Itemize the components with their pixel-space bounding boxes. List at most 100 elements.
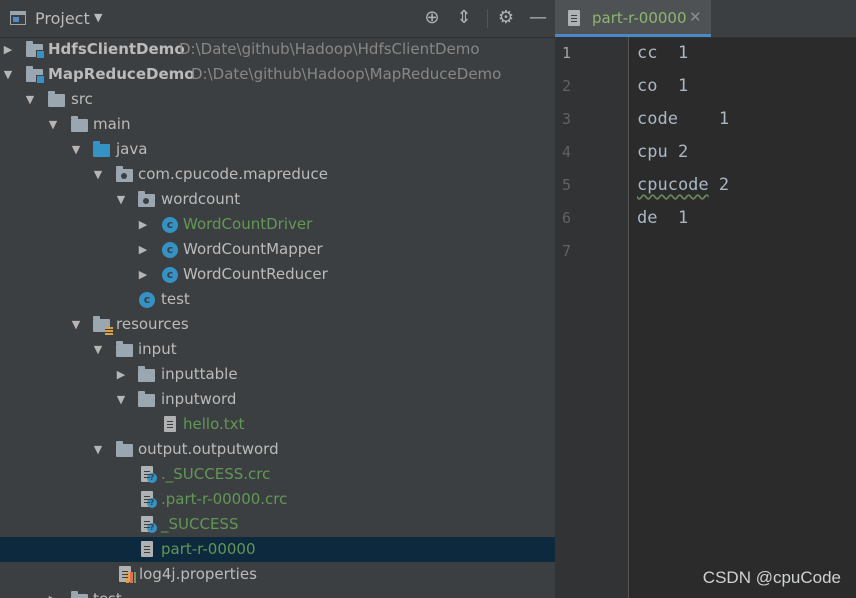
chevron-down-icon[interactable]: ▼ — [115, 187, 127, 212]
tree-item-label: test — [93, 587, 122, 598]
question-mark-icon: ? — [147, 498, 157, 508]
tree-item-wordcountdriver[interactable]: ▶ c WordCountDriver — [0, 212, 555, 237]
folder-icon — [71, 591, 88, 598]
tree-item-main[interactable]: ▼ main — [0, 112, 555, 137]
code-line: cc 1 — [637, 43, 689, 63]
tab-label: part-r-00000 — [592, 9, 687, 27]
tree-item-label: test — [161, 290, 190, 308]
line-number-gutter: 1 2 3 4 5 6 7 — [555, 37, 629, 598]
java-class-icon: c — [162, 242, 178, 258]
chevron-right-icon[interactable]: ▶ — [137, 237, 149, 262]
tree-item-inputword[interactable]: ▼ inputword — [0, 387, 555, 412]
unknown-file-icon: ? — [141, 466, 157, 483]
chevron-down-icon[interactable]: ▼ — [2, 62, 14, 87]
line-number: 7 — [562, 242, 572, 260]
source-folder-icon — [93, 141, 110, 157]
module-path: D:\Date\github\Hadoop\MapReduceDemo — [191, 65, 502, 83]
tree-item-label: input — [138, 340, 177, 358]
hide-panel-icon[interactable]: — — [526, 6, 550, 30]
chevron-down-icon[interactable]: ▼ — [70, 137, 82, 162]
chevron-down-icon[interactable]: ▼ — [92, 162, 104, 187]
tree-item-part-r-00000[interactable]: part-r-00000 — [0, 537, 555, 562]
tree-item-inputtable[interactable]: ▶ inputtable — [0, 362, 555, 387]
line-number: 4 — [562, 143, 572, 161]
tree-item-mapreducedemo[interactable]: ▼ MapReduceDemo D:\Date\github\Hadoop\Ma… — [0, 62, 555, 87]
package-icon — [116, 166, 133, 182]
close-icon[interactable]: ✕ — [689, 8, 702, 26]
chevron-down-icon[interactable]: ▼ — [24, 87, 36, 112]
tree-item-label: resources — [116, 315, 189, 333]
tree-item-wordcountreducer[interactable]: ▶ c WordCountReducer — [0, 262, 555, 287]
chevron-right-icon[interactable]: ▶ — [137, 262, 149, 287]
tree-item-wordcountmapper[interactable]: ▶ c WordCountMapper — [0, 237, 555, 262]
tree-item-hdfsclientdemo[interactable]: ▶ HdfsClientDemo D:\Date\github\Hadoop\H… — [0, 37, 555, 62]
chevron-right-icon[interactable]: ▶ — [115, 362, 127, 387]
tree-item-test-folder[interactable]: ▶ test — [0, 587, 555, 598]
folder-icon — [138, 391, 155, 407]
chevron-down-icon[interactable]: ▼ — [92, 337, 104, 362]
tab-part-r-00000[interactable]: part-r-00000 ✕ — [555, 0, 711, 37]
code-line: cpucode 2 — [637, 175, 730, 195]
tree-item-success[interactable]: ? _SUCCESS — [0, 512, 555, 537]
tree-item-label: hello.txt — [183, 415, 245, 433]
module-folder-icon — [26, 41, 45, 59]
project-view-selector[interactable]: Project — [35, 9, 90, 28]
tree-item-label: com.cpucode.mapreduce — [138, 165, 328, 183]
tree-item-label: wordcount — [161, 190, 241, 208]
chevron-down-icon[interactable]: ▼ — [115, 387, 127, 412]
tree-item-package-wordcount[interactable]: ▼ wordcount — [0, 187, 555, 212]
tree-item-test-class[interactable]: c test — [0, 287, 555, 312]
project-view-icon — [10, 11, 26, 25]
tree-item-success-crc[interactable]: ? ._SUCCESS.crc — [0, 462, 555, 487]
text-file-icon — [164, 416, 176, 432]
locate-icon[interactable]: ⊕ — [420, 6, 444, 30]
question-mark-icon: ? — [147, 473, 157, 483]
module-folder-icon — [26, 66, 45, 84]
chevron-down-icon[interactable]: ▼ — [47, 112, 59, 137]
folder-icon — [138, 366, 155, 382]
chevron-down-icon[interactable]: ▼ — [94, 11, 102, 24]
tree-item-output-outputword[interactable]: ▼ output.outputword — [0, 437, 555, 462]
chevron-down-icon[interactable]: ▼ — [92, 437, 104, 462]
collapse-all-icon[interactable]: ⇕ — [452, 6, 476, 30]
tree-item-java[interactable]: ▼ java — [0, 137, 555, 162]
line-number: 1 — [562, 44, 572, 62]
chevron-right-icon[interactable]: ▶ — [2, 37, 14, 62]
line-number: 6 — [562, 209, 572, 227]
tree-item-package-mapreduce[interactable]: ▼ com.cpucode.mapreduce — [0, 162, 555, 187]
text-file-icon — [141, 541, 153, 557]
tree-item-label: ._SUCCESS.crc — [161, 465, 271, 483]
unknown-file-icon: ? — [141, 491, 157, 508]
project-tool-window: Project ▼ ⊕ ⇕ ⚙ — ▶ HdfsClientDemo D:\Da… — [0, 0, 555, 598]
unknown-file-icon: ? — [141, 516, 157, 533]
settings-gear-icon[interactable]: ⚙ — [494, 6, 518, 30]
question-mark-icon: ? — [147, 523, 157, 533]
tree-item-label: java — [116, 140, 148, 158]
package-icon — [138, 191, 155, 207]
tree-item-label: inputword — [161, 390, 237, 408]
tree-item-label: MapReduceDemo — [48, 65, 195, 83]
tree-item-log4j-properties[interactable]: log4j.properties — [0, 562, 555, 587]
tree-item-hello-txt[interactable]: hello.txt — [0, 412, 555, 437]
tree-item-src[interactable]: ▼ src — [0, 87, 555, 112]
chevron-right-icon[interactable]: ▶ — [47, 587, 59, 598]
tree-item-label: part-r-00000 — [161, 540, 256, 558]
tree-item-resources[interactable]: ▼ resources — [0, 312, 555, 337]
java-class-icon: c — [162, 267, 178, 283]
folder-icon — [71, 116, 88, 132]
tree-item-part-crc[interactable]: ? .part-r-00000.crc — [0, 487, 555, 512]
chevron-right-icon[interactable]: ▶ — [137, 212, 149, 237]
java-class-icon: c — [139, 292, 155, 308]
tree-item-label: inputtable — [161, 365, 238, 383]
line-number: 5 — [562, 176, 572, 194]
chevron-down-icon[interactable]: ▼ — [70, 312, 82, 337]
code-line: code 1 — [637, 109, 730, 129]
watermark: CSDN @cpuCode — [702, 568, 841, 587]
tree-item-input[interactable]: ▼ input — [0, 337, 555, 362]
folder-icon — [116, 341, 133, 357]
code-line: de 1 — [637, 208, 689, 228]
java-class-runnable-icon: c — [162, 217, 178, 233]
folder-icon — [48, 91, 65, 107]
editor-pane: part-r-00000 ✕ 1 2 3 4 5 6 7 cc 1 co 1 c… — [555, 0, 856, 598]
toolbar-divider — [487, 9, 488, 28]
